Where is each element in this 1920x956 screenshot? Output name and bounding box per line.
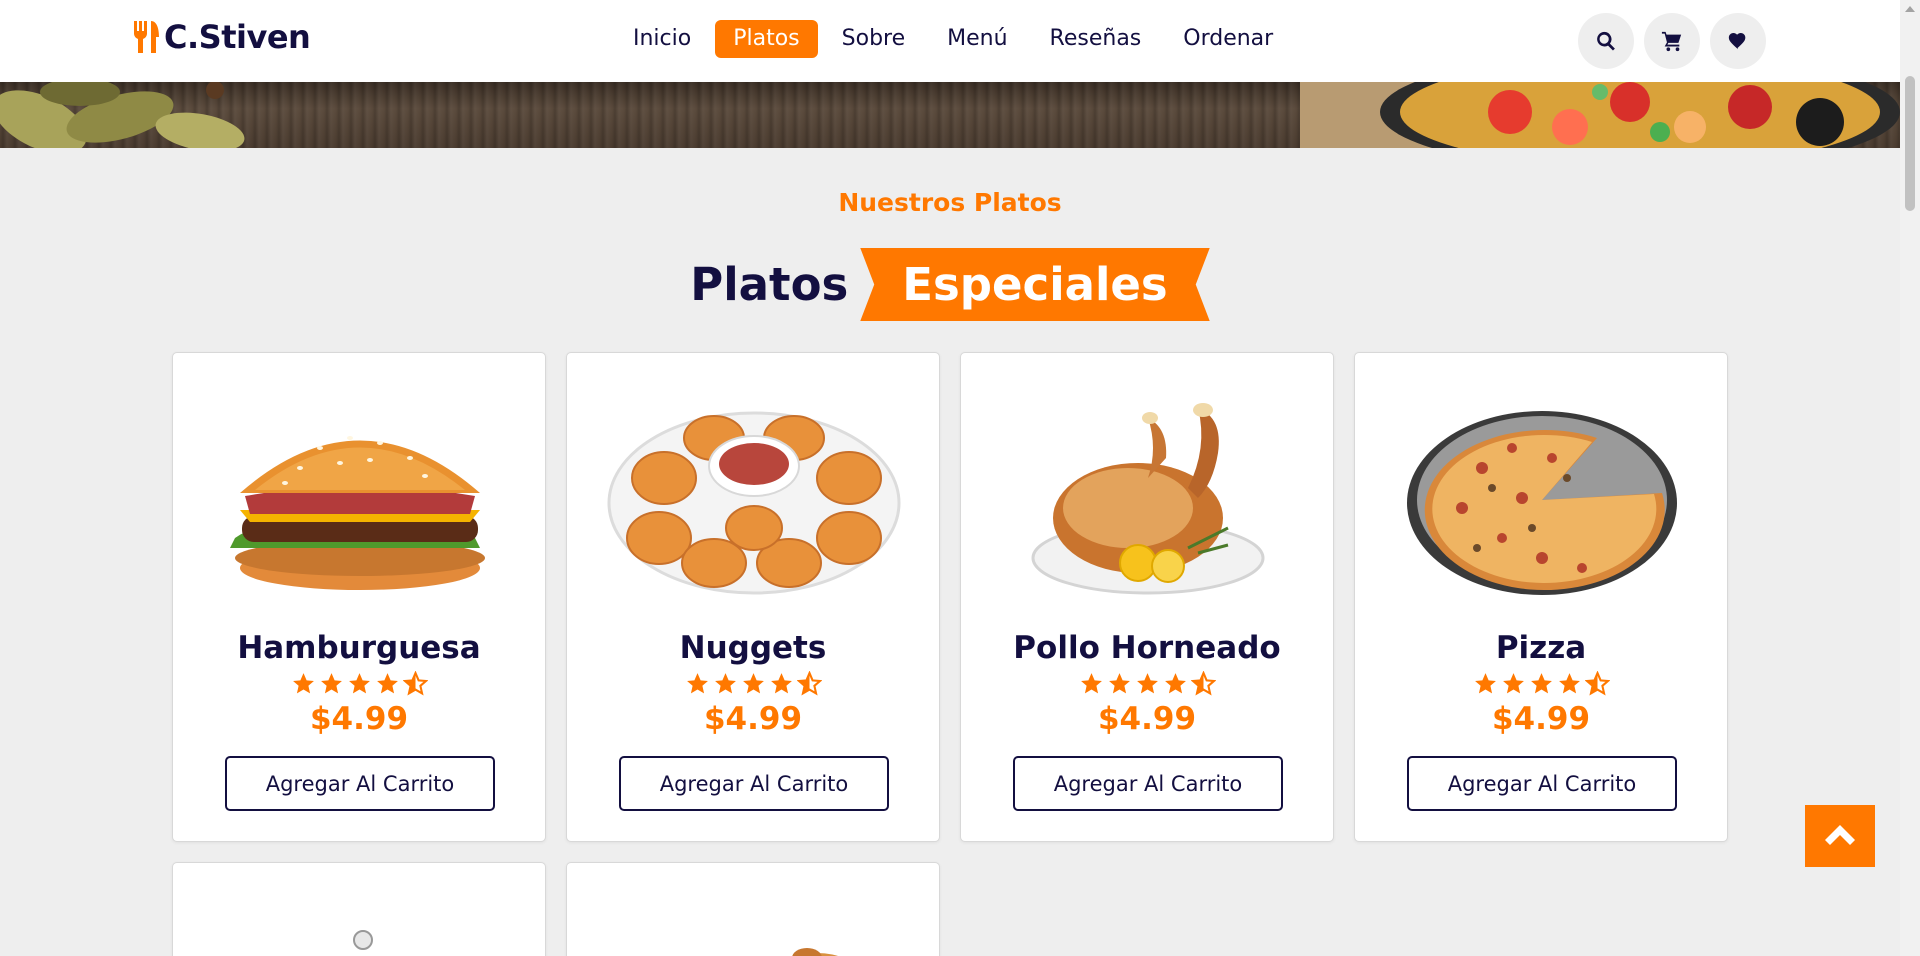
add-to-cart-button[interactable]: Agregar Al Carrito [619,756,889,811]
dish-card: Pizza $4.99 Agregar Al Carrito [1354,352,1728,842]
section-heading: Platos Especiales [0,248,1900,321]
header: C.Stiven Inicio Platos Sobre Menú Reseña… [0,0,1900,82]
logo[interactable]: C.Stiven [132,18,311,56]
nav-sobre[interactable]: Sobre [824,20,924,58]
scroll-up-arrow[interactable] [1905,6,1915,12]
star-half-icon [402,671,428,696]
dish-name: Pizza [1495,630,1587,666]
star-icon [1474,673,1496,694]
page-scrollbar[interactable] [1900,0,1920,956]
main-nav: Inicio Platos Sobre Menú Reseñas Ordenar [615,20,1297,58]
dish-card: Pollo Horneado $4.99 Agregar Al Carrito [960,352,1334,842]
star-icon [292,673,314,694]
star-icon [1108,673,1130,694]
section-subheading: Nuestros Platos [838,188,1062,217]
cart-icon [1661,31,1682,52]
star-icon [320,673,342,694]
rating-stars [173,671,545,696]
rating-stars [961,671,1333,696]
star-icon [376,673,398,694]
nav-resenas[interactable]: Reseñas [1032,20,1160,58]
nav-platos[interactable]: Platos [715,20,818,58]
search-button[interactable] [1578,13,1634,69]
star-icon [686,673,708,694]
star-icon [714,673,736,694]
dishes-grid: Hamburguesa $4.99 Agregar Al Carrito Nug… [172,352,1728,842]
back-to-top-button[interactable] [1805,805,1875,867]
rating-stars [567,671,939,696]
burger-image [230,436,485,590]
roast-chicken-image [1031,403,1265,595]
star-icon [1164,673,1186,694]
star-half-icon [796,671,822,696]
star-half-icon [1190,671,1216,696]
seafood-paella-image [1300,82,1900,148]
dish-name: Nuggets [679,630,827,666]
star-icon [742,673,764,694]
dish-name: Pollo Horneado [1013,630,1281,666]
nav-inicio[interactable]: Inicio [615,20,709,58]
utensils-icon [134,21,159,53]
nuggets-image [607,411,901,595]
heading-accent: Especiales [860,248,1210,321]
add-to-cart-button[interactable]: Agregar Al Carrito [1407,756,1677,811]
star-half-icon [1584,671,1610,696]
nav-menu[interactable]: Menú [929,20,1025,58]
add-to-cart-button[interactable]: Agregar Al Carrito [1013,756,1283,811]
brand-name: C.Stiven [164,18,311,56]
dish-name: Hamburguesa [237,630,481,666]
star-icon [348,673,370,694]
dish-price: $4.99 [309,701,409,737]
cart-button[interactable] [1644,13,1700,69]
dish-price: $4.99 [703,701,803,737]
star-icon [770,673,792,694]
dish-image-partial [353,930,373,950]
dish-card: Nuggets $4.99 Agregar Al Carrito [566,352,940,842]
dish-price: $4.99 [1491,701,1591,737]
header-icons [1578,13,1766,69]
dish-card: Hamburguesa $4.99 Agregar Al Carrito [172,352,546,842]
chevron-up-icon [1825,825,1855,845]
wishlist-button[interactable] [1710,13,1766,69]
heart-icon [1728,33,1746,50]
dish-price: $4.99 [1097,701,1197,737]
star-icon [1530,673,1552,694]
dishes-grid-row-2 [172,862,940,956]
scroll-thumb[interactable] [1905,76,1915,211]
star-icon [1558,673,1580,694]
star-icon [1502,673,1524,694]
rating-stars [1355,671,1727,696]
add-to-cart-button[interactable]: Agregar Al Carrito [225,756,495,811]
pizza-image [1407,411,1677,595]
dish-image-partial [792,948,839,956]
dish-card [172,862,546,956]
heading-plain: Platos [690,258,849,311]
nav-ordenar[interactable]: Ordenar [1165,20,1291,58]
star-icon [1080,673,1102,694]
dish-card [566,862,940,956]
bay-leaves-image [0,82,245,148]
hero-banner-strip [0,82,1900,148]
star-icon [1136,673,1158,694]
search-icon [1597,31,1615,51]
